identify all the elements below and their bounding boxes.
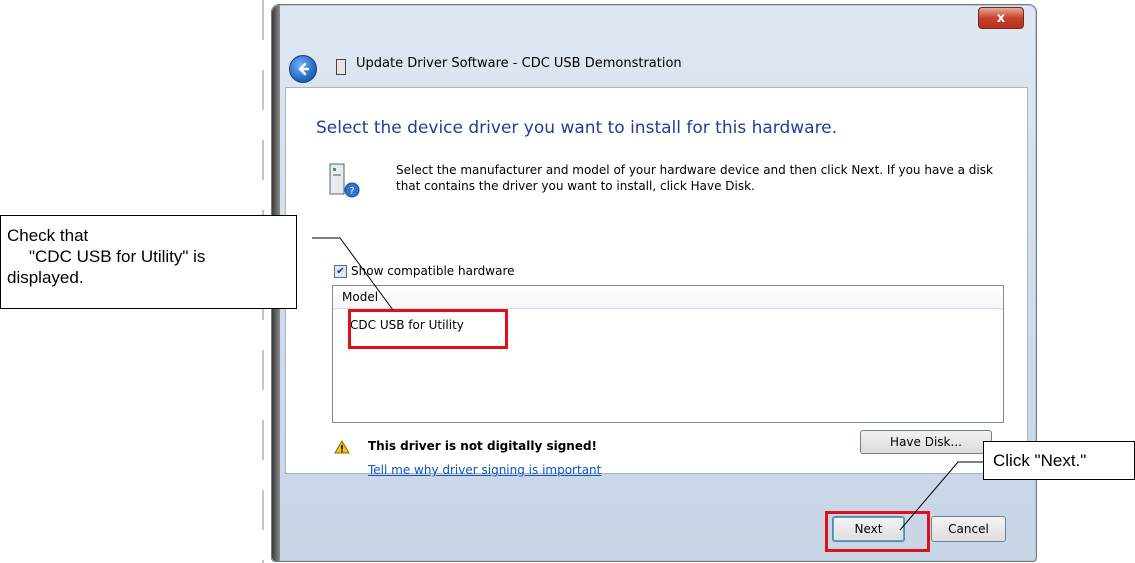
- cancel-button[interactable]: Cancel: [931, 516, 1006, 542]
- show-compatible-checkbox[interactable]: ✔: [334, 264, 347, 278]
- check-callout-line-3: displayed.: [7, 268, 84, 287]
- unsigned-driver-warning: This driver is not digitally signed!: [368, 439, 598, 453]
- page-title: Select the device driver you want to ins…: [316, 118, 838, 138]
- warning-icon: [334, 440, 350, 454]
- back-arrow-icon: [298, 62, 310, 76]
- next-highlight-box: [825, 511, 930, 552]
- show-compatible-row[interactable]: ✔ Show compatible hardware: [334, 264, 515, 278]
- dialog-header: Update Driver Software - CDC USB Demonst…: [272, 43, 1036, 93]
- next-callout-text: Click "Next.": [993, 451, 1087, 470]
- update-driver-dialog: x Update Driver Software - CDC USB Demon…: [271, 4, 1037, 562]
- close-icon: x: [996, 10, 1006, 26]
- driver-signing-help-link[interactable]: Tell me why driver signing is important: [368, 463, 601, 477]
- close-button[interactable]: x: [978, 7, 1024, 29]
- window-title: Update Driver Software - CDC USB Demonst…: [356, 56, 682, 71]
- device-icon: [336, 59, 346, 75]
- back-button[interactable]: [289, 55, 317, 83]
- svg-text:?: ?: [349, 186, 354, 197]
- check-callout: Check that "CDC USB for Utility" is disp…: [0, 215, 297, 309]
- content-pane: Select the device driver you want to ins…: [285, 87, 1028, 477]
- have-disk-button[interactable]: Have Disk...: [860, 430, 992, 454]
- check-callout-line-1: Check that: [7, 226, 89, 245]
- model-list[interactable]: Model CDC USB for Utility: [332, 285, 1004, 423]
- model-column-header[interactable]: Model: [333, 286, 1003, 309]
- instructions-text: Select the manufacturer and model of you…: [396, 163, 993, 193]
- hardware-device-icon: ?: [329, 163, 360, 198]
- model-highlight-box: [348, 309, 508, 349]
- next-callout: Click "Next.": [983, 441, 1135, 480]
- show-compatible-label: Show compatible hardware: [351, 264, 515, 278]
- check-callout-line-2: "CDC USB for Utility" is: [29, 247, 206, 266]
